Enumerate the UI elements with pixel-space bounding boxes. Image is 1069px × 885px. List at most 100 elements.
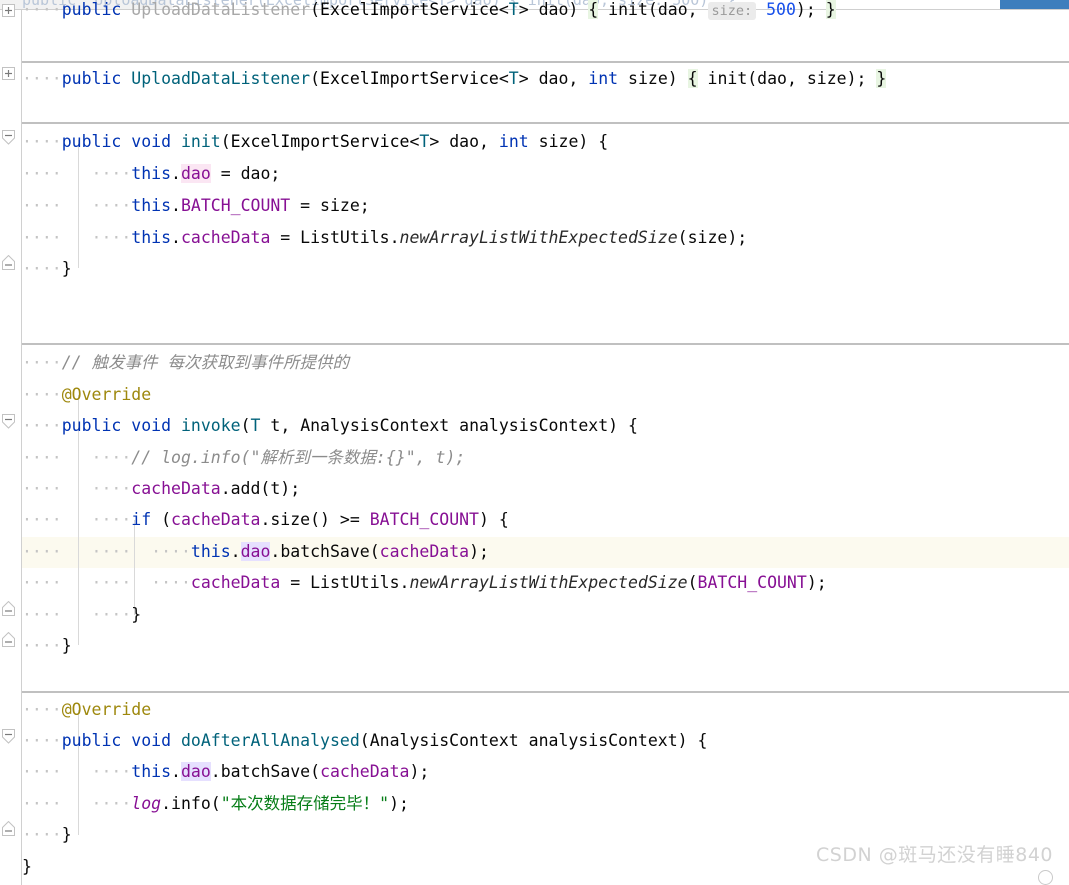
indent-whitespace-dots: ···· ···· (22, 762, 132, 781)
fold-collapse-icon[interactable] (2, 601, 15, 616)
code-token: } (22, 857, 32, 876)
code-line[interactable]: ····public void invoke(T t, AnalysisCont… (22, 410, 638, 441)
code-token: dao (180, 164, 211, 183)
code-token: "本次数据存储完毕！" (220, 794, 390, 813)
code-token: public (61, 0, 132, 19)
code-token: UploadDataListener (131, 69, 311, 88)
code-token: @Override (61, 700, 152, 719)
code-token: ); (806, 573, 827, 592)
code-line[interactable]: ···· ····this.cacheData = ListUtils.newA… (22, 222, 747, 253)
code-token: . (171, 228, 181, 247)
code-token: } (61, 636, 72, 655)
code-line[interactable]: ···· ····// log.info("解析到一条数据:{}", t); (22, 442, 465, 473)
code-line[interactable]: ····public UploadDataListener(ExcelImpor… (22, 63, 887, 94)
indent-whitespace-dots: ···· (22, 385, 62, 404)
indent-whitespace-dots: ···· ···· (22, 510, 132, 529)
code-token: public (61, 69, 132, 88)
code-token: = ListUtils. (270, 228, 400, 247)
code-token: newArrayListWithExpectedSize (399, 228, 678, 247)
indent-whitespace-dots: ···· (22, 0, 62, 19)
code-token: BATCH_COUNT (180, 196, 291, 215)
code-token: int (498, 132, 529, 151)
code-line[interactable]: ····@Override (22, 379, 151, 410)
fold-expand-icon[interactable] (2, 67, 15, 80)
fold-collapse-icon[interactable] (2, 414, 15, 429)
code-token: ); (469, 542, 489, 561)
code-line[interactable]: ···· ····this.BATCH_COUNT = size; (22, 190, 370, 221)
code-line[interactable]: ····public void doAfterAllAnalysed(Analy… (22, 725, 707, 756)
code-line[interactable]: ···· ···· ····this.dao.batchSave(cacheDa… (22, 536, 489, 567)
code-token: = dao; (210, 164, 281, 183)
code-token: BATCH_COUNT (697, 573, 807, 592)
code-line[interactable]: ···· ····if (cacheData.size() >= BATCH_C… (22, 504, 509, 535)
code-token: > dao, (429, 132, 499, 151)
code-line[interactable]: ···· ····this.dao = dao; (22, 158, 280, 189)
indent-whitespace-dots: ···· ···· (22, 605, 132, 624)
indent-whitespace-dots: ···· ···· (22, 228, 132, 247)
indent-whitespace-dots: ···· (22, 825, 62, 844)
code-token: } (131, 605, 142, 624)
code-token: void (131, 132, 181, 151)
indent-whitespace-dots: ···· ···· ···· (22, 573, 191, 592)
method-separator (22, 343, 1069, 345)
code-token: > dao, (518, 69, 589, 88)
code-token: ( (687, 573, 698, 592)
code-token: invoke (180, 416, 241, 435)
code-token: ExcelImportService (230, 132, 410, 151)
code-token: if (131, 510, 152, 529)
code-token: BATCH_COUNT (369, 510, 479, 529)
indent-whitespace-dots: ···· (22, 416, 62, 435)
code-token: . (171, 196, 181, 215)
fold-collapse-icon[interactable] (2, 130, 15, 145)
code-token: // 触发事件 每次获取到事件所提供的 (61, 353, 349, 372)
code-line[interactable]: ····// 触发事件 每次获取到事件所提供的 (22, 347, 349, 378)
code-token: ); (795, 0, 826, 19)
code-token: .size() >= (260, 510, 370, 529)
code-line[interactable]: ···· ····this.dao.batchSave(cacheData); (22, 756, 429, 787)
code-token: .info( (161, 794, 221, 813)
code-token: } (825, 0, 836, 19)
code-token: int (588, 69, 619, 88)
code-line[interactable]: ····} (22, 253, 72, 284)
code-token: size) (618, 69, 688, 88)
code-line[interactable]: ····public void init(ExcelImportService<… (22, 126, 608, 157)
code-token: (AnalysisContext analysisContext) { (359, 731, 708, 750)
code-token: this (190, 542, 231, 561)
code-token: this (131, 196, 172, 215)
code-line[interactable]: ···· ···· ····cacheData = ListUtils.newA… (22, 567, 827, 598)
code-line[interactable]: } (22, 851, 32, 882)
code-token: < (498, 69, 509, 88)
code-line[interactable]: ···· ····cacheData.add(t); (22, 473, 300, 504)
code-token: T (250, 416, 261, 435)
code-token: { (687, 69, 698, 88)
code-line[interactable]: ····} (22, 819, 72, 850)
code-token: T (419, 132, 430, 151)
code-line[interactable]: ····} (22, 630, 72, 661)
fold-collapse-icon[interactable] (2, 632, 15, 647)
indent-whitespace-dots: ···· (22, 353, 62, 372)
code-line[interactable]: ····public UploadDataListener(ExcelImpor… (22, 0, 836, 25)
indent-whitespace-dots: ···· ···· (22, 196, 132, 215)
code-line[interactable]: ···· ····log.info("本次数据存储完毕！"); (22, 788, 409, 819)
fold-collapse-icon[interactable] (2, 729, 15, 744)
code-token: ) { (479, 510, 509, 529)
code-token: .add(t); (220, 479, 301, 498)
code-token: @Override (61, 385, 152, 404)
code-token: cacheData (131, 479, 221, 498)
fold-collapse-icon[interactable] (2, 821, 15, 836)
code-token: newArrayListWithExpectedSize (409, 573, 688, 592)
code-editor[interactable]: public UploadDataListener(ExcelImportSer… (0, 0, 1069, 885)
indent-whitespace-dots: ···· (22, 132, 62, 151)
code-line[interactable]: ····@Override (22, 694, 151, 725)
code-token: init (180, 132, 221, 151)
code-token: ( (310, 0, 321, 19)
code-line[interactable]: ···· ····} (22, 599, 141, 630)
fold-expand-icon[interactable] (2, 4, 15, 17)
code-token: . (171, 762, 181, 781)
code-token: this (131, 228, 172, 247)
code-token: public (61, 132, 132, 151)
fold-collapse-icon[interactable] (2, 255, 15, 270)
code-token: ( (220, 132, 231, 151)
code-token: cacheData (180, 228, 271, 247)
